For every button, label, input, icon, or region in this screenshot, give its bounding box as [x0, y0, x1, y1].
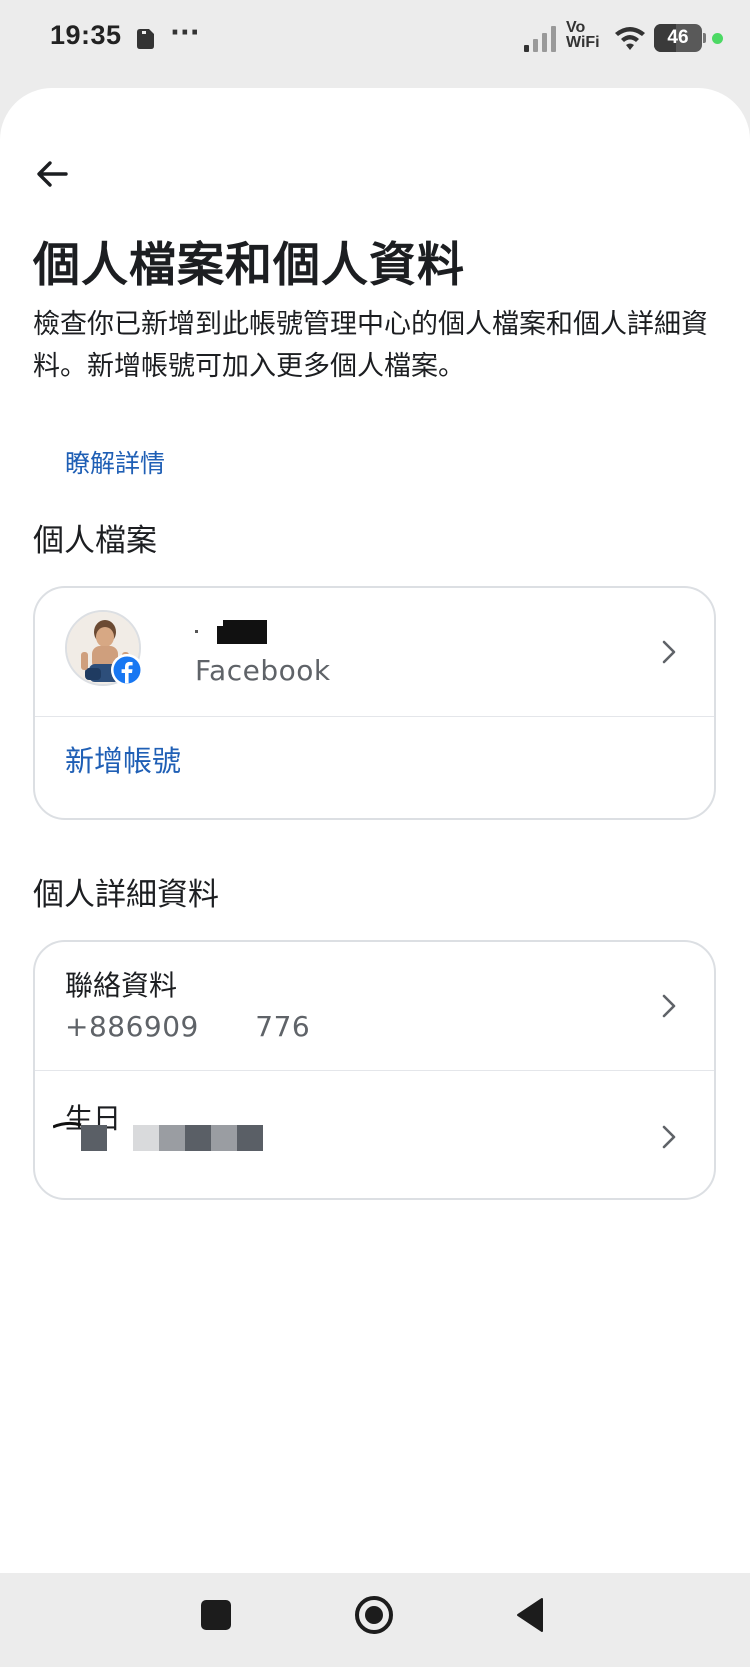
battery-percent: 46 [667, 27, 689, 48]
redacted-profile-name [195, 620, 267, 644]
birthday-row[interactable]: 生日 [35, 1071, 714, 1198]
privacy-indicator-dot [712, 33, 723, 44]
status-time: 19:35 [50, 20, 122, 50]
chevron-right-icon [662, 640, 676, 664]
redacted-birthday-value [53, 1121, 263, 1151]
profiles-card: Facebook 新增帳號 [33, 586, 716, 820]
status-bar: 19:35 ··· Vo WiFi 46 [0, 0, 750, 80]
system-navigation-bar [0, 1573, 750, 1667]
contact-info-label: 聯絡資料 [65, 969, 178, 1002]
chevron-right-icon [662, 1125, 676, 1149]
learn-more-link[interactable]: 瞭解詳情 [65, 444, 165, 480]
card-divider [35, 716, 714, 717]
page-description: 檢查你已新增到此帳號管理中心的個人檔案和個人詳細資料。新增帳號可加入更多個人檔案… [33, 309, 708, 382]
wifi-icon [615, 27, 645, 50]
vowifi-bottom-label: WiFi [566, 34, 600, 51]
contact-info-value: +886909 776 [65, 1010, 311, 1043]
vowifi-top-label: Vo [566, 19, 586, 36]
details-section-heading: 個人詳細資料 [33, 877, 219, 913]
arrow-left-icon[interactable] [28, 150, 76, 198]
status-overflow-dots: ··· [170, 18, 200, 48]
battery-icon: 46 [654, 24, 702, 52]
chevron-right-icon [662, 994, 676, 1018]
details-card: 聯絡資料 +886909 776 生日 [33, 940, 716, 1200]
profiles-section-heading: 個人檔案 [33, 523, 157, 559]
content-sheet: 個人檔案和個人資料 檢查你已新增到此帳號管理中心的個人檔案和個人詳細資料。新增帳… [0, 88, 750, 1573]
contact-info-row[interactable]: 聯絡資料 +886909 776 [35, 942, 714, 1070]
triangle-back-icon[interactable] [508, 1591, 556, 1639]
circle-icon[interactable] [350, 1591, 398, 1639]
add-account-button[interactable]: 新增帳號 [65, 738, 181, 780]
vowifi-indicator: Vo WiFi [566, 19, 606, 51]
cellular-signal-icon [524, 26, 556, 52]
sim-card-icon [137, 29, 154, 49]
battery-tip [703, 33, 706, 43]
profile-platform-label: Facebook [195, 654, 331, 687]
facebook-logo-icon [111, 654, 143, 686]
profile-row-facebook[interactable]: Facebook [35, 588, 714, 716]
square-icon[interactable] [192, 1591, 240, 1639]
page-title: 個人檔案和個人資料 [33, 238, 465, 293]
